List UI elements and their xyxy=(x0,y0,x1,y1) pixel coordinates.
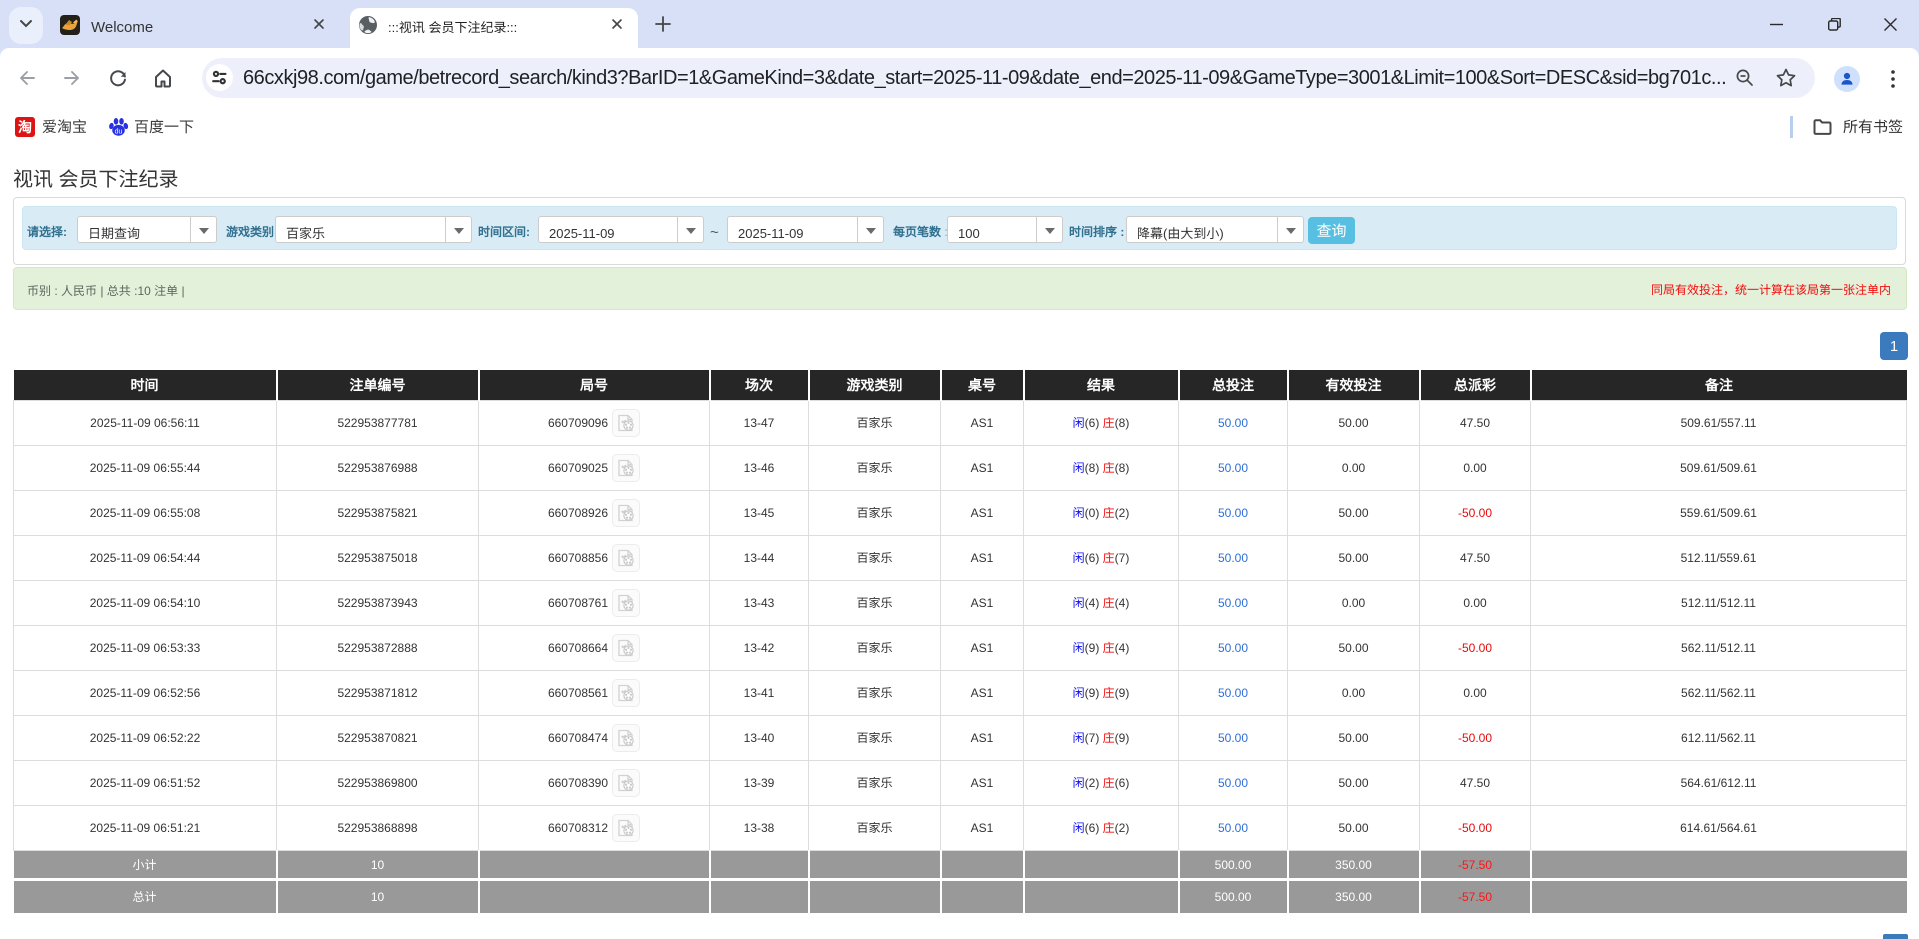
svg-text:du: du xyxy=(115,128,123,135)
